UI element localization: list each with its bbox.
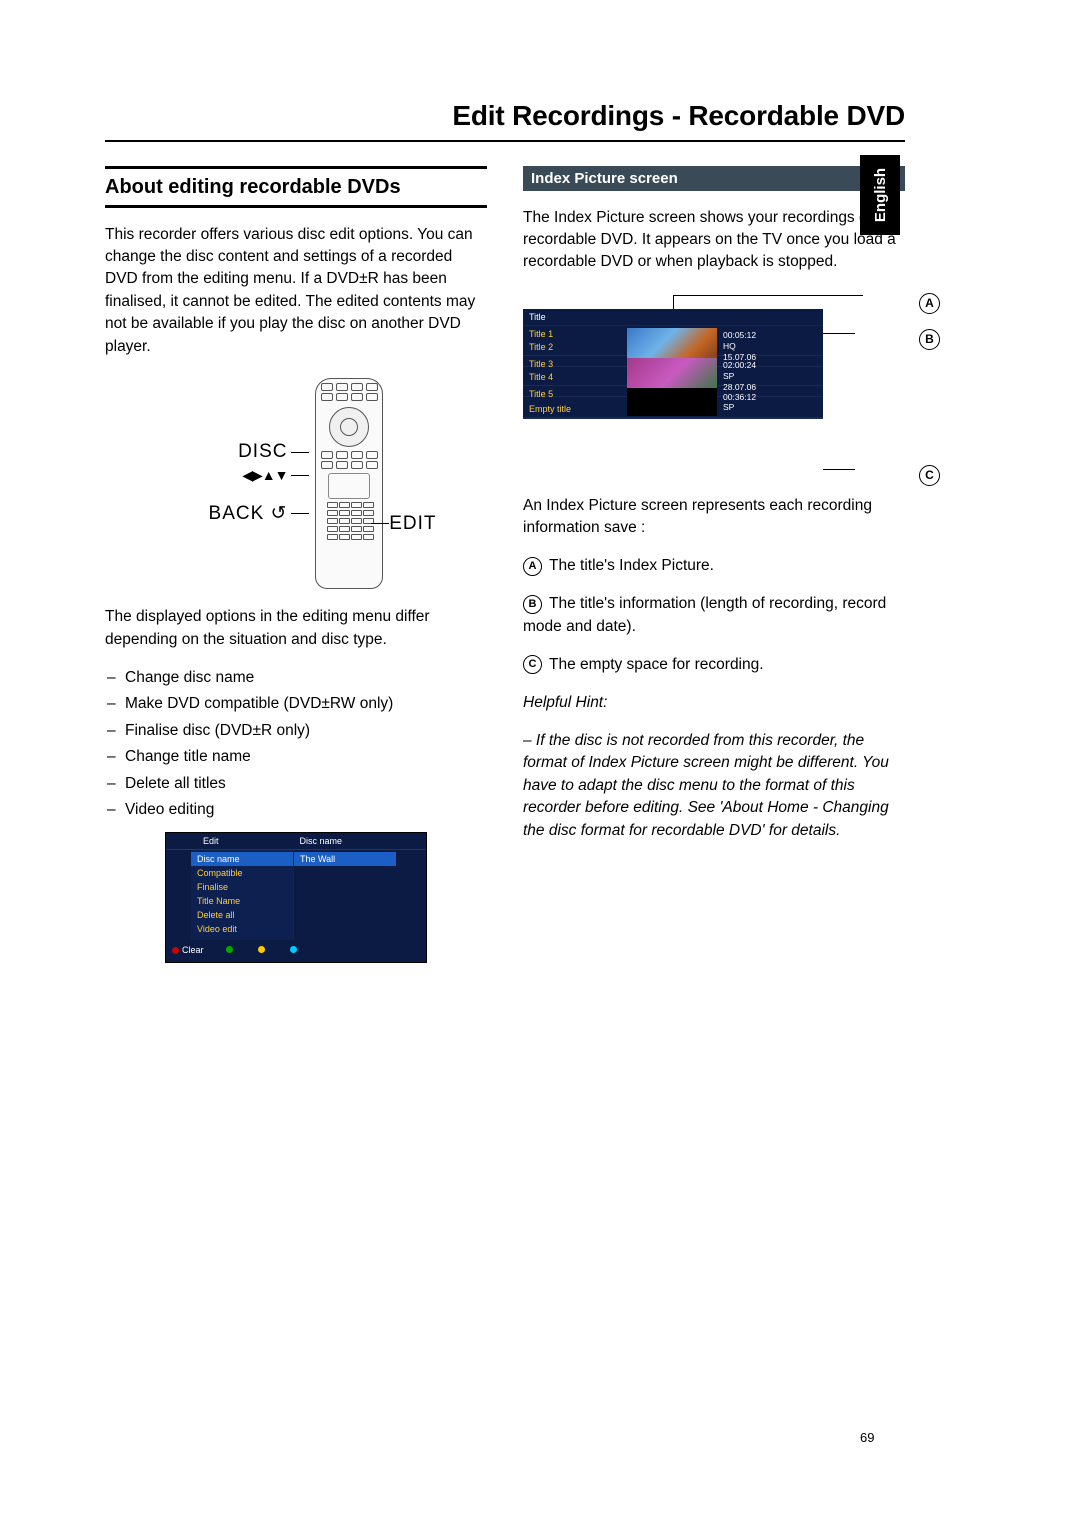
edit-option-item: Video editing	[125, 799, 487, 821]
hint-title: Helpful Hint:	[523, 692, 905, 714]
edit-menu-item: Finalise	[191, 880, 293, 894]
edit-menu-item: Disc name	[191, 852, 293, 866]
subheading-index-picture: Index Picture screen	[523, 166, 905, 191]
title-rule	[105, 140, 905, 142]
edit-menu-clear-label: Clear	[182, 945, 204, 955]
section-heading-about: About editing recordable DVDs	[105, 166, 487, 199]
index-picture-figure: Title Title 1 00:05:12 HQ 15.07.06 Tit	[523, 309, 823, 418]
edit-menu-col-header: Edit	[197, 833, 294, 849]
ips-item-a: A The title's Index Picture.	[523, 555, 905, 577]
remote-label-arrows: ◀▶▲▼	[242, 467, 287, 484]
ips-title: Title 4	[523, 369, 625, 385]
green-dot-icon	[226, 946, 233, 953]
heading-rule	[105, 205, 487, 208]
remote-label-edit: EDIT	[389, 513, 436, 534]
edit-menu-item: Delete all	[191, 908, 293, 922]
edit-option-item: Change disc name	[125, 667, 487, 689]
red-dot-icon	[172, 947, 179, 954]
edit-menu-item: Compatible	[191, 866, 293, 880]
edit-menu-item: Video edit	[191, 922, 293, 936]
remote-label-back: BACK ↺	[209, 502, 288, 525]
remote-figure: DISC ◀▶▲▼ BACK ↺	[105, 378, 487, 588]
ips-title-empty: Empty title	[523, 401, 625, 417]
page-title: Edit Recordings - Recordable DVD	[105, 100, 905, 132]
edit-option-item: Delete all titles	[125, 773, 487, 795]
edit-option-item: Change title name	[125, 746, 487, 768]
callout-b: B	[919, 329, 940, 350]
hint-body: – If the disc is not recorded from this …	[523, 730, 905, 842]
remote-body: EDIT	[315, 378, 383, 589]
callout-c: C	[919, 465, 940, 486]
ips-title-header: Title	[523, 309, 625, 325]
yellow-dot-icon	[258, 946, 265, 953]
language-tab: English	[860, 155, 900, 235]
page-number: 69	[860, 1430, 874, 1445]
callout-a: A	[919, 293, 940, 314]
ips-title: Title 2	[523, 339, 625, 355]
ips-intro-paragraph: The Index Picture screen shows your reco…	[523, 207, 905, 274]
intro-paragraph: This recorder offers various disc edit o…	[105, 224, 487, 359]
edit-menu-item: Title Name	[191, 894, 293, 908]
after-remote-paragraph: The displayed options in the editing men…	[105, 606, 487, 651]
ips-item-c: C The empty space for recording.	[523, 654, 905, 676]
edit-menu-figure: Edit Disc name Disc name Compatible Fina…	[165, 832, 427, 963]
remote-label-disc: DISC	[238, 441, 287, 463]
edit-menu-value: The Wall	[294, 852, 396, 866]
ips-item-b: B The title's information (length of rec…	[523, 593, 905, 638]
edit-menu-col-header: Disc name	[294, 833, 391, 849]
ips-after-fig: An Index Picture screen represents each …	[523, 495, 905, 540]
edit-option-item: Finalise disc (DVD±R only)	[125, 720, 487, 742]
edit-option-item: Make DVD compatible (DVD±RW only)	[125, 693, 487, 715]
blue-dot-icon	[290, 946, 297, 953]
